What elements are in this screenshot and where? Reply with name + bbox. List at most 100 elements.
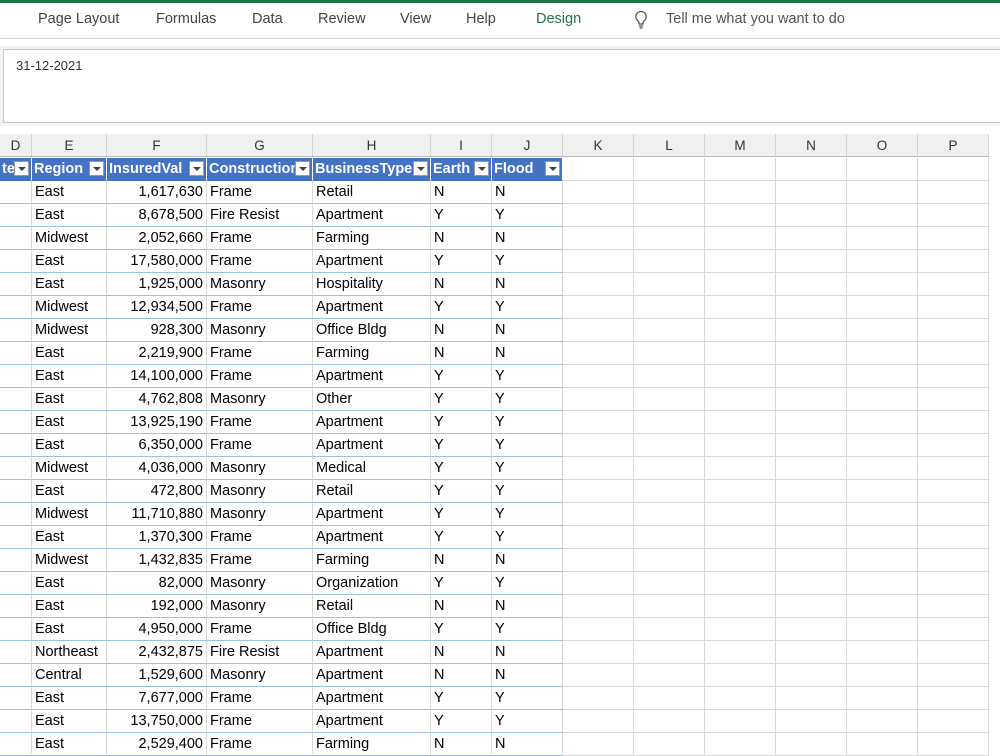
table-cell[interactable]: Masonry xyxy=(207,664,313,687)
table-cell[interactable]: Y xyxy=(492,572,563,595)
table-cell[interactable]: East xyxy=(32,365,107,388)
empty-cell[interactable] xyxy=(705,204,776,227)
table-cell[interactable]: Frame xyxy=(207,411,313,434)
empty-cell[interactable] xyxy=(563,319,634,342)
empty-cell[interactable] xyxy=(847,457,918,480)
empty-cell[interactable] xyxy=(563,227,634,250)
empty-cell[interactable] xyxy=(776,181,847,204)
table-cell[interactable]: East xyxy=(32,595,107,618)
table-cell[interactable]: N xyxy=(492,273,563,296)
filter-dropdown-icon[interactable] xyxy=(295,161,310,176)
table-cell[interactable]: Masonry xyxy=(207,595,313,618)
table-cell[interactable]: 12,934,500 xyxy=(107,296,207,319)
table-cell[interactable]: Y xyxy=(431,204,492,227)
empty-cell[interactable] xyxy=(776,733,847,756)
empty-cell[interactable] xyxy=(847,388,918,411)
table-cell[interactable]: Midwest xyxy=(32,319,107,342)
empty-cell[interactable] xyxy=(705,480,776,503)
table-cell[interactable]: Farming xyxy=(313,733,431,756)
table-cell[interactable]: Apartment xyxy=(313,434,431,457)
table-cell[interactable]: Farming xyxy=(313,549,431,572)
table-header-cell[interactable]: Construction xyxy=(207,158,313,181)
empty-cell[interactable] xyxy=(847,319,918,342)
column-header-h[interactable]: H xyxy=(313,134,431,157)
column-header-i[interactable]: I xyxy=(431,134,492,157)
table-cell[interactable]: Masonry xyxy=(207,388,313,411)
empty-cell[interactable] xyxy=(705,733,776,756)
empty-cell[interactable] xyxy=(776,618,847,641)
empty-cell[interactable] xyxy=(847,572,918,595)
empty-cell[interactable] xyxy=(776,549,847,572)
table-cell[interactable]: 192,000 xyxy=(107,595,207,618)
empty-cell[interactable] xyxy=(776,342,847,365)
table-cell[interactable]: Y xyxy=(492,457,563,480)
empty-cell[interactable] xyxy=(705,365,776,388)
table-cell[interactable]: Other xyxy=(313,388,431,411)
empty-cell[interactable] xyxy=(705,641,776,664)
tab-page-layout[interactable]: Page Layout xyxy=(38,11,119,27)
table-cell[interactable]: Apartment xyxy=(313,664,431,687)
tab-review[interactable]: Review xyxy=(318,11,366,27)
table-cell[interactable]: Y xyxy=(492,365,563,388)
empty-cell[interactable] xyxy=(918,457,989,480)
table-cell[interactable]: Y xyxy=(492,388,563,411)
table-cell[interactable] xyxy=(0,687,32,710)
table-cell[interactable]: Retail xyxy=(313,181,431,204)
empty-cell[interactable] xyxy=(705,572,776,595)
table-cell[interactable]: N xyxy=(431,273,492,296)
table-cell[interactable]: Hospitality xyxy=(313,273,431,296)
empty-cell[interactable] xyxy=(847,296,918,319)
table-cell[interactable]: Frame xyxy=(207,549,313,572)
table-cell[interactable]: N xyxy=(431,342,492,365)
table-cell[interactable]: Midwest xyxy=(32,296,107,319)
table-cell[interactable]: N xyxy=(492,641,563,664)
table-cell[interactable]: Y xyxy=(492,526,563,549)
empty-cell[interactable] xyxy=(563,687,634,710)
table-cell[interactable]: 1,529,600 xyxy=(107,664,207,687)
empty-cell[interactable] xyxy=(776,227,847,250)
table-cell[interactable]: N xyxy=(492,342,563,365)
table-cell[interactable]: Y xyxy=(431,250,492,273)
table-cell[interactable]: Frame xyxy=(207,365,313,388)
empty-cell[interactable] xyxy=(634,480,705,503)
empty-cell[interactable] xyxy=(776,457,847,480)
table-cell[interactable]: Medical xyxy=(313,457,431,480)
empty-cell[interactable] xyxy=(776,273,847,296)
table-cell[interactable]: Y xyxy=(492,687,563,710)
table-cell[interactable]: Y xyxy=(492,503,563,526)
table-cell[interactable]: Farming xyxy=(313,227,431,250)
table-cell[interactable]: Frame xyxy=(207,687,313,710)
filter-dropdown-icon[interactable] xyxy=(89,161,104,176)
table-cell[interactable]: Y xyxy=(431,296,492,319)
table-cell[interactable]: East xyxy=(32,710,107,733)
empty-cell[interactable] xyxy=(918,365,989,388)
empty-cell[interactable] xyxy=(918,388,989,411)
table-cell[interactable]: East xyxy=(32,434,107,457)
empty-cell[interactable] xyxy=(847,342,918,365)
empty-cell[interactable] xyxy=(918,273,989,296)
empty-cell[interactable] xyxy=(705,503,776,526)
empty-cell[interactable] xyxy=(563,273,634,296)
table-header-cell[interactable]: Region xyxy=(32,158,107,181)
empty-cell[interactable] xyxy=(563,204,634,227)
empty-cell[interactable] xyxy=(563,503,634,526)
filter-dropdown-icon[interactable] xyxy=(545,161,560,176)
empty-cell[interactable] xyxy=(634,388,705,411)
empty-cell[interactable] xyxy=(776,365,847,388)
table-cell[interactable]: Y xyxy=(492,434,563,457)
empty-cell[interactable] xyxy=(847,250,918,273)
table-cell[interactable]: Northeast xyxy=(32,641,107,664)
table-cell[interactable]: Retail xyxy=(313,595,431,618)
column-header-e[interactable]: E xyxy=(32,134,107,157)
table-cell[interactable]: Y xyxy=(431,710,492,733)
table-cell[interactable]: Apartment xyxy=(313,526,431,549)
table-cell[interactable] xyxy=(0,365,32,388)
table-cell[interactable] xyxy=(0,618,32,641)
empty-cell[interactable] xyxy=(918,342,989,365)
table-cell[interactable] xyxy=(0,595,32,618)
filter-dropdown-icon[interactable] xyxy=(474,161,489,176)
table-cell[interactable]: Y xyxy=(431,480,492,503)
empty-cell[interactable] xyxy=(918,572,989,595)
empty-cell[interactable] xyxy=(705,618,776,641)
table-cell[interactable]: Frame xyxy=(207,181,313,204)
